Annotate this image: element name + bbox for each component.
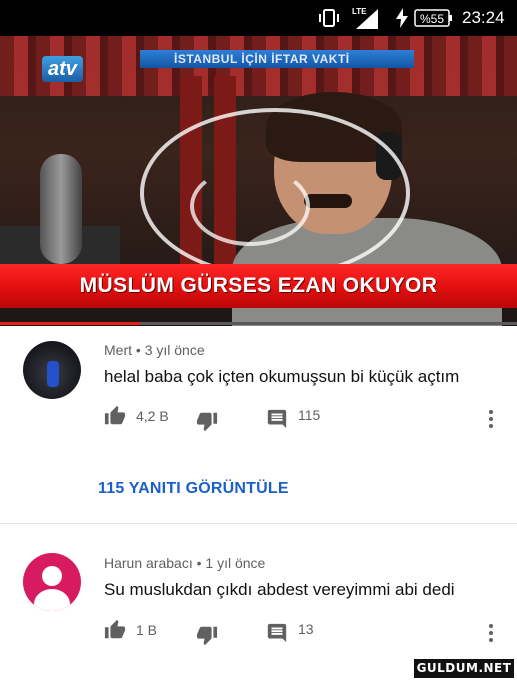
top-caption: İSTANBUL İÇİN İFTAR VAKTİ <box>140 50 414 68</box>
comment-icon <box>267 623 287 643</box>
charging-icon <box>396 0 410 36</box>
thumb-down-icon <box>196 412 218 432</box>
comment-time: 1 yıl önce <box>205 555 266 571</box>
battery-icon: %55 <box>414 0 454 36</box>
channel-logo: atv <box>42 56 83 82</box>
clock: 23:24 <box>462 8 505 27</box>
avatar[interactable] <box>23 553 81 611</box>
like-button[interactable]: 4,2 B <box>104 405 169 427</box>
avatar[interactable] <box>23 341 81 399</box>
comment-author[interactable]: Harun arabacı <box>104 555 193 571</box>
status-bar: LTE %55 23:24 <box>0 0 517 36</box>
like-count: 4,2 B <box>136 408 169 424</box>
dislike-button[interactable] <box>196 624 218 646</box>
meta-separator: • <box>135 342 141 358</box>
thumb-up-icon <box>104 405 126 425</box>
comment-meta: Harun arabacı • 1 yıl önce <box>104 555 265 571</box>
reply-count: 115 <box>298 407 321 423</box>
comment-meta: Mert • 3 yıl önce <box>104 342 205 358</box>
reply-count: 13 <box>298 621 314 637</box>
banner-caption: MÜSLÜM GÜRSES EZAN OKUYOR <box>79 274 438 297</box>
avatar-head <box>42 566 62 586</box>
signal-icon: LTE <box>350 0 380 36</box>
meta-separator: • <box>196 555 202 571</box>
channel-logo-text: atv <box>48 58 77 80</box>
like-count: 1 B <box>136 622 158 638</box>
divider <box>0 523 517 524</box>
view-replies-link[interactable]: 115 YANITI GÖRÜNTÜLE <box>98 480 289 498</box>
thumb-down-icon <box>196 626 218 646</box>
network-type: LTE <box>352 7 367 16</box>
comment-text: helal baba çok içten okumuşsun bi küçük … <box>104 367 460 386</box>
avatar-figure <box>47 361 59 387</box>
vibrate-icon <box>316 0 342 36</box>
comment-author[interactable]: Mert <box>104 342 132 358</box>
battery-level: %55 <box>420 12 444 26</box>
site-watermark: GULDUM.NET <box>414 659 514 678</box>
thumb-up-icon <box>104 619 126 639</box>
reply-button[interactable]: 13 <box>266 621 314 644</box>
avatar-body <box>34 589 70 611</box>
progress-fill <box>0 322 140 325</box>
channel-watermark-swirl <box>190 166 310 246</box>
video-player[interactable]: atv İSTANBUL İÇİN İFTAR VAKTİ MÜSLÜM GÜR… <box>0 36 517 326</box>
microphone <box>40 154 82 264</box>
more-vert-icon[interactable] <box>486 622 496 646</box>
more-vert-icon[interactable] <box>486 408 496 432</box>
comment-text: Su muslukdan çıkdı abdest vereyimmi abi … <box>104 580 455 599</box>
dislike-button[interactable] <box>196 410 218 432</box>
like-button[interactable]: 1 B <box>104 619 157 641</box>
comment-time: 3 yıl önce <box>144 342 205 358</box>
comment-icon <box>267 409 287 429</box>
reply-button[interactable]: 115 <box>266 407 321 430</box>
